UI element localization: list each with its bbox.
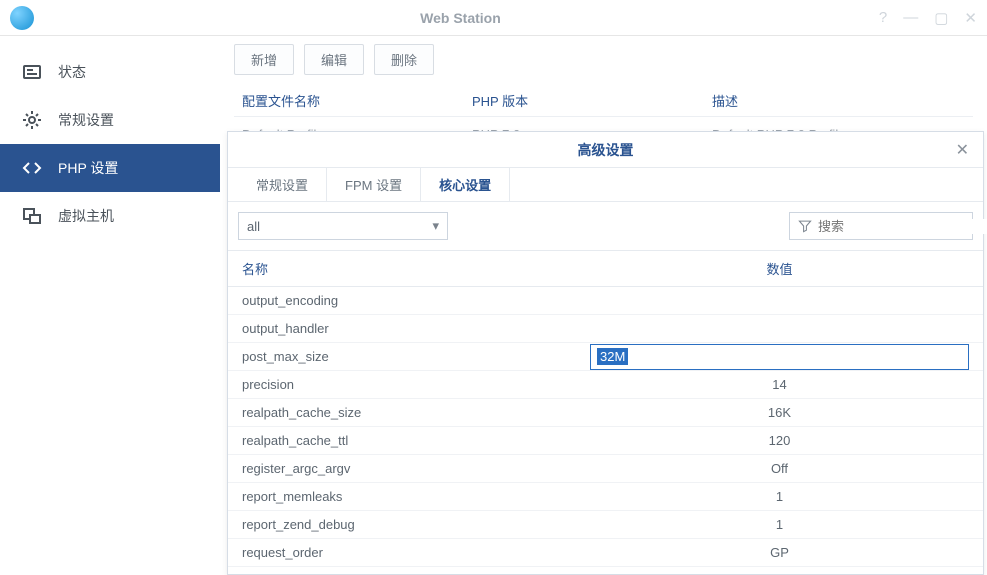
grid-row[interactable]: report_memleaks1 (228, 483, 983, 511)
grid-row[interactable]: realpath_cache_size16K (228, 399, 983, 427)
sidebar: 状态 常规设置 PHP 设置 虚拟主机 (0, 36, 220, 575)
sidebar-item-label: 虚拟主机 (58, 206, 114, 226)
toolbar: 新增 编辑 删除 (234, 44, 973, 75)
grid-cell-value[interactable]: 1 (590, 517, 969, 532)
grid-row[interactable]: report_zend_debug1 (228, 511, 983, 539)
filter-icon (798, 219, 812, 233)
grid-row[interactable]: post_max_size32M (228, 343, 983, 371)
grid-row[interactable]: realpath_cache_ttl120 (228, 427, 983, 455)
grid-row[interactable]: register_argc_argvOff (228, 455, 983, 483)
code-icon (22, 158, 42, 178)
grid-body: output_encoding output_handler post_max_si… (228, 287, 983, 574)
tab-general[interactable]: 常规设置 (238, 168, 327, 201)
grid-cell-name: post_max_size (242, 349, 590, 364)
grid-row[interactable]: sendmail_from (228, 567, 983, 574)
grid-cell-value[interactable]: 16K (590, 405, 969, 420)
grid-cell-value[interactable]: 32M (590, 344, 969, 370)
grid-cell-value[interactable]: GP (590, 545, 969, 560)
main-panel: 新增 编辑 删除 配置文件名称 PHP 版本 描述 Default Profil… (220, 36, 987, 575)
sidebar-item-php[interactable]: PHP 设置 (0, 144, 220, 192)
add-button[interactable]: 新增 (234, 44, 294, 75)
grid-cell-name: realpath_cache_ttl (242, 433, 590, 448)
sidebar-item-label: 常规设置 (58, 110, 114, 130)
gear-icon (22, 110, 42, 130)
search-box[interactable] (789, 212, 973, 240)
grid-cell-value[interactable]: 120 (590, 433, 969, 448)
grid-cell-name: report_memleaks (242, 489, 590, 504)
sidebar-item-status[interactable]: 状态 (0, 48, 220, 96)
sidebar-item-label: PHP 设置 (58, 158, 118, 178)
col-header-desc[interactable]: 描述 (712, 91, 965, 110)
grid-cell-value[interactable]: 1 (590, 489, 969, 504)
close-icon[interactable]: ✕ (964, 9, 977, 27)
grid-cell-value[interactable]: Off (590, 461, 969, 476)
grid-cell-name: request_order (242, 545, 590, 560)
grid-row[interactable]: output_handler (228, 315, 983, 343)
grid-cell-name: precision (242, 377, 590, 392)
dialog-tabs: 常规设置 FPM 设置 核心设置 (228, 168, 983, 202)
grid-cell-name: report_zend_debug (242, 517, 590, 532)
search-input[interactable] (818, 219, 987, 234)
table-header: 配置文件名称 PHP 版本 描述 (234, 85, 973, 117)
grid-cell-value[interactable]: 14 (590, 377, 969, 392)
tab-core[interactable]: 核心设置 (421, 168, 510, 201)
dialog-close-icon[interactable]: ✕ (956, 140, 969, 160)
grid-header: 名称 数值 (228, 250, 983, 287)
chevron-down-icon: ▾ (432, 218, 439, 234)
col-header-version[interactable]: PHP 版本 (472, 91, 712, 110)
app-icon (10, 6, 34, 30)
maximize-icon[interactable]: ▢ (934, 9, 948, 27)
sidebar-item-label: 状态 (58, 62, 86, 82)
grid-col-value[interactable]: 数值 (590, 259, 969, 278)
sidebar-item-general[interactable]: 常规设置 (0, 96, 220, 144)
grid-row[interactable]: output_encoding (228, 287, 983, 315)
edit-button[interactable]: 编辑 (304, 44, 364, 75)
filter-select[interactable]: all ▾ (238, 212, 448, 240)
status-icon (22, 62, 42, 82)
grid-cell-name: output_handler (242, 321, 590, 336)
window-title: Web Station (42, 10, 879, 26)
help-icon[interactable]: ? (879, 9, 887, 27)
grid-col-name[interactable]: 名称 (242, 259, 590, 278)
dialog-header: 高级设置 ✕ (228, 132, 983, 168)
value-input[interactable]: 32M (590, 344, 969, 370)
sidebar-item-vhost[interactable]: 虚拟主机 (0, 192, 220, 240)
filter-selected: all (247, 219, 260, 234)
tab-fpm[interactable]: FPM 设置 (327, 168, 421, 201)
grid-cell-name: register_argc_argv (242, 461, 590, 476)
grid-cell-name: output_encoding (242, 293, 590, 308)
vhost-icon (22, 206, 42, 226)
dialog-title: 高级设置 (228, 140, 983, 160)
grid-cell-name: realpath_cache_size (242, 405, 590, 420)
delete-button[interactable]: 删除 (374, 44, 434, 75)
col-header-name[interactable]: 配置文件名称 (242, 91, 472, 110)
titlebar: Web Station ? — ▢ ✕ (0, 0, 987, 36)
grid-row[interactable]: precision14 (228, 371, 983, 399)
grid-cell-name: sendmail_from (242, 573, 590, 574)
grid-row[interactable]: request_orderGP (228, 539, 983, 567)
dialog-toolbar: all ▾ (228, 202, 983, 250)
window-controls: ? — ▢ ✕ (879, 9, 977, 27)
advanced-settings-dialog: 高级设置 ✕ 常规设置 FPM 设置 核心设置 all ▾ 名称 (227, 131, 984, 575)
minimize-icon[interactable]: — (903, 9, 918, 27)
